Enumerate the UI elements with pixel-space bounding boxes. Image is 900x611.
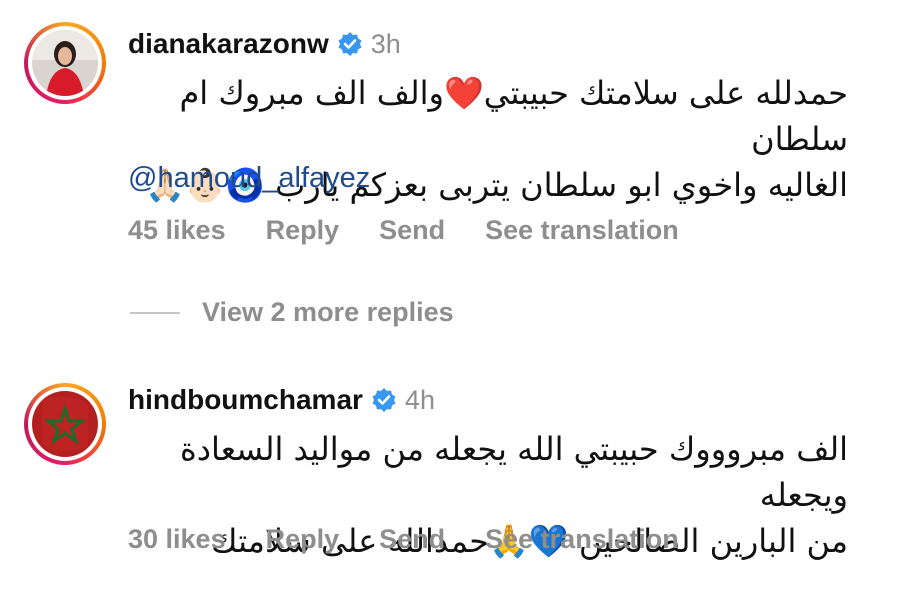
avatar-story-ring[interactable] xyxy=(24,383,106,465)
comment-time: 4h xyxy=(404,384,435,415)
comment-time: 3h xyxy=(370,28,401,59)
see-translation-button[interactable]: See translation xyxy=(485,215,679,246)
view-more-replies-label[interactable]: View 2 more replies xyxy=(202,297,454,328)
divider-line xyxy=(130,311,180,314)
verified-badge-icon xyxy=(338,32,362,56)
comment-actions: 30 likes Reply Send See translation xyxy=(128,524,679,555)
mention-link[interactable]: @hamoud_alfayez xyxy=(128,162,370,195)
see-translation-button[interactable]: See translation xyxy=(485,524,679,555)
send-button[interactable]: Send xyxy=(379,215,445,246)
username[interactable]: hindboumchamar xyxy=(128,384,363,416)
comment-line: الف مبروووك حبيبتي الله يجعله من مواليد … xyxy=(179,430,848,514)
morocco-flag-icon xyxy=(32,391,98,457)
likes-count[interactable]: 45 likes xyxy=(128,215,226,246)
reply-button[interactable]: Reply xyxy=(266,215,340,246)
reply-button[interactable]: Reply xyxy=(266,524,340,555)
send-button[interactable]: Send xyxy=(379,524,445,555)
avatar[interactable] xyxy=(32,30,98,96)
avatar[interactable] xyxy=(32,391,98,457)
comment-line: حمدلله على سلامتك حبيبتي❤️والف الف مبروك… xyxy=(179,74,848,158)
username[interactable]: dianakarazonw xyxy=(128,28,329,60)
view-more-replies[interactable]: View 2 more replies xyxy=(130,297,454,328)
verified-badge-icon xyxy=(372,388,396,412)
comment-actions: 45 likes Reply Send See translation xyxy=(128,215,679,246)
avatar-story-ring[interactable] xyxy=(24,22,106,104)
likes-count[interactable]: 30 likes xyxy=(128,524,226,555)
